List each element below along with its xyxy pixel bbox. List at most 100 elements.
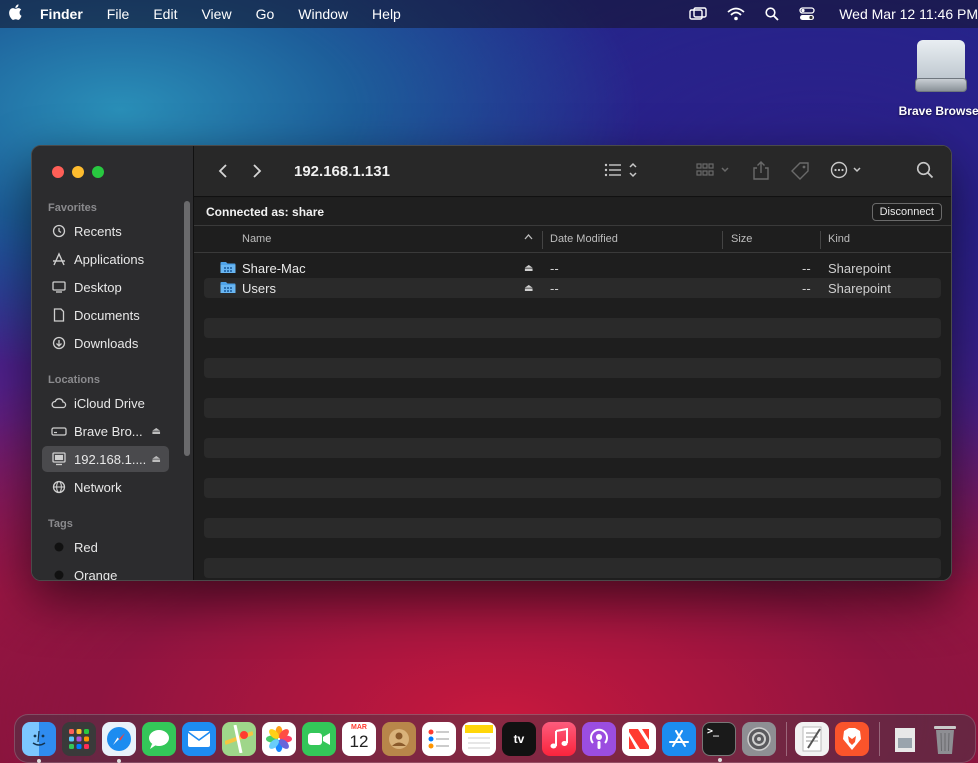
trash-icon[interactable] [928, 722, 962, 756]
news-app-icon[interactable] [622, 721, 656, 756]
messages-app-icon[interactable] [142, 721, 176, 756]
group-view-button[interactable] [696, 161, 732, 179]
menu-edit[interactable]: Edit [141, 6, 189, 22]
sidebar-item-network[interactable]: Network [42, 474, 169, 500]
zoom-button[interactable] [92, 166, 104, 178]
action-menu-button[interactable] [830, 161, 866, 179]
finder-app-icon[interactable] [22, 721, 56, 763]
column-divider[interactable] [820, 231, 821, 249]
eject-icon[interactable]: ⏏ [152, 454, 161, 465]
sidebar-item-tag-red[interactable]: Red [42, 534, 169, 560]
sidebar-item-documents[interactable]: Documents [42, 302, 169, 328]
facetime-app-icon[interactable] [302, 721, 336, 756]
spotlight-search-icon[interactable] [755, 7, 789, 21]
share-button[interactable] [752, 161, 770, 181]
sidebar-item-brave-browser-drive[interactable]: Brave Bro... ⏏ [42, 418, 169, 444]
wifi-icon[interactable] [717, 7, 755, 21]
globe-icon [50, 480, 68, 494]
system-preferences-app-icon[interactable] [742, 721, 776, 756]
grid-icon [696, 163, 729, 176]
terminal-app-icon[interactable]: >_ [702, 721, 736, 762]
menu-finder[interactable]: Finder [26, 6, 95, 22]
tag-button[interactable] [790, 161, 810, 181]
search-icon [916, 161, 934, 179]
apple-menu-icon[interactable] [4, 4, 26, 24]
sidebar-item-desktop[interactable]: Desktop [42, 274, 169, 300]
list-view-button[interactable] [604, 161, 640, 179]
empty-row [204, 358, 941, 378]
tag-icon [791, 162, 809, 180]
sort-ascending-icon[interactable] [524, 232, 533, 244]
launchpad-app-icon[interactable] [62, 721, 96, 756]
share-icon [753, 161, 769, 180]
contacts-app-icon[interactable] [382, 721, 416, 756]
search-button[interactable] [916, 161, 934, 179]
menu-help[interactable]: Help [360, 6, 413, 22]
finder-sidebar: Favorites Recents Applications Desktop D… [32, 146, 194, 580]
safari-app-icon[interactable] [102, 721, 136, 763]
calendar-app-icon[interactable]: MAR 12 [342, 721, 376, 756]
close-button[interactable] [52, 166, 64, 178]
empty-row [204, 578, 941, 580]
menu-file[interactable]: File [95, 6, 142, 22]
downloads-stack-icon[interactable] [888, 722, 922, 756]
column-kind[interactable]: Kind [828, 233, 850, 245]
ellipsis-circle-icon [830, 161, 861, 179]
sidebar-item-recents[interactable]: Recents [42, 218, 169, 244]
empty-row [204, 458, 941, 478]
table-row[interactable]: Users ⏏ -- -- Sharepoint [204, 278, 941, 298]
screen-mirroring-icon[interactable] [679, 7, 717, 21]
menu-window[interactable]: Window [286, 6, 360, 22]
desktop-drive-brave-browser[interactable]: Brave Browser [896, 38, 978, 118]
empty-row [204, 558, 941, 578]
column-date-modified[interactable]: Date Modified [550, 233, 618, 245]
mail-app-icon[interactable] [182, 721, 216, 756]
file-kind: Sharepoint [828, 280, 891, 296]
tv-label-text: tv [513, 731, 525, 746]
podcasts-app-icon[interactable] [582, 721, 616, 756]
empty-row [204, 398, 941, 418]
menu-go[interactable]: Go [244, 6, 287, 22]
table-row[interactable]: Share-Mac ⏏ -- -- Sharepoint [204, 258, 941, 278]
empty-row [204, 478, 941, 498]
sidebar-item-applications[interactable]: Applications [42, 246, 169, 272]
menu-clock[interactable]: Wed Mar 12 11:46 PM [825, 6, 978, 22]
sidebar-item-tag-orange[interactable]: Orange [42, 562, 169, 580]
sidebar-scrollbar[interactable] [184, 201, 190, 456]
control-center-icon[interactable] [789, 7, 825, 21]
file-name: Users [242, 280, 276, 296]
column-divider[interactable] [722, 231, 723, 249]
empty-row [204, 518, 941, 538]
brave-browser-app-icon[interactable] [835, 721, 869, 756]
maps-app-icon[interactable] [222, 721, 256, 756]
app-store-app-icon[interactable] [662, 721, 696, 756]
minimize-button[interactable] [72, 166, 84, 178]
column-size[interactable]: Size [731, 233, 752, 245]
dock-separator [879, 721, 880, 756]
music-app-icon[interactable] [542, 721, 576, 756]
shared-folder-icon [220, 282, 236, 293]
disconnect-button[interactable]: Disconnect [871, 202, 942, 221]
file-list: Share-Mac ⏏ -- -- Sharepoint Users ⏏ -- … [204, 258, 941, 580]
sidebar-item-icloud-drive[interactable]: iCloud Drive [42, 390, 169, 416]
photos-app-icon[interactable] [262, 721, 296, 756]
column-name[interactable]: Name [242, 233, 271, 245]
window-title: 192.168.1.131 [294, 162, 390, 180]
textedit-app-icon[interactable] [795, 721, 829, 756]
reminders-app-icon[interactable] [422, 721, 456, 756]
finder-main: 192.168.1.131 Connected as: share Discon… [194, 146, 951, 580]
apple-tv-app-icon[interactable]: tv [502, 721, 536, 756]
back-button[interactable] [208, 163, 238, 179]
sidebar-item-downloads[interactable]: Downloads [42, 330, 169, 356]
menu-view[interactable]: View [189, 6, 243, 22]
sidebar-item-network-server[interactable]: 192.168.1.... ⏏ [42, 446, 169, 472]
eject-icon[interactable]: ⏏ [524, 283, 533, 294]
forward-button[interactable] [242, 163, 272, 179]
eject-icon[interactable]: ⏏ [152, 426, 161, 437]
column-divider[interactable] [542, 231, 543, 249]
file-date: -- [550, 280, 559, 296]
eject-icon[interactable]: ⏏ [524, 263, 533, 274]
notes-app-icon[interactable] [462, 721, 496, 756]
chevron-left-icon [218, 164, 227, 178]
desktop-icon [50, 281, 68, 293]
